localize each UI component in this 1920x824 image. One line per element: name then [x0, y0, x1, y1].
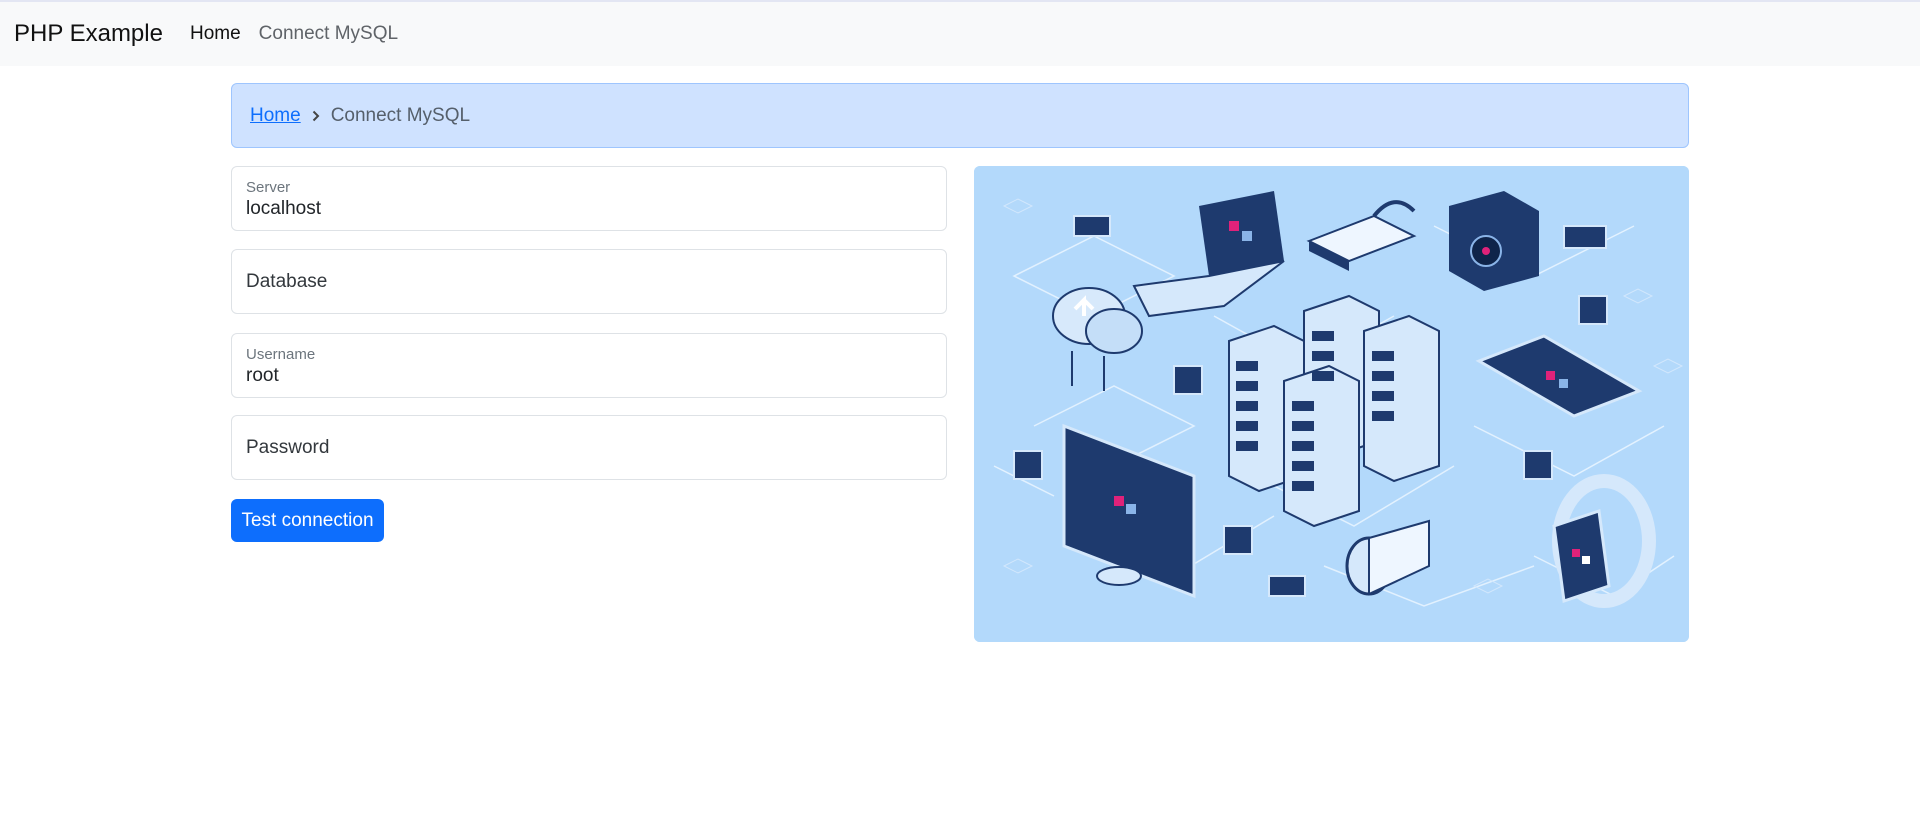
username-label: Username	[246, 346, 316, 363]
test-connection-button[interactable]: Test connection	[231, 499, 384, 542]
breadcrumb: Home Connect MySQL	[231, 83, 1689, 148]
password-field[interactable]: Password	[231, 415, 947, 480]
server-input[interactable]: localhost	[246, 198, 321, 220]
username-field[interactable]: Username root	[231, 333, 947, 398]
breadcrumb-current: Connect MySQL	[330, 104, 471, 126]
password-input[interactable]: Password	[246, 437, 329, 459]
chevron-right-icon	[312, 110, 320, 122]
nav-link-home[interactable]: Home	[190, 23, 241, 45]
breadcrumb-home-link[interactable]: Home	[250, 105, 301, 127]
network-illustration	[974, 166, 1689, 642]
nav-link-connect-mysql[interactable]: Connect MySQL	[259, 23, 398, 45]
navbar-brand[interactable]: PHP Example	[14, 20, 163, 48]
network-illustration-graphic	[974, 166, 1689, 642]
server-label: Server	[246, 179, 291, 196]
username-input[interactable]: root	[246, 365, 279, 387]
database-field[interactable]: Database	[231, 249, 947, 314]
database-input[interactable]: Database	[246, 271, 327, 293]
top-navbar: PHP Example Home Connect MySQL	[0, 0, 1920, 66]
server-field[interactable]: Server localhost	[231, 166, 947, 231]
